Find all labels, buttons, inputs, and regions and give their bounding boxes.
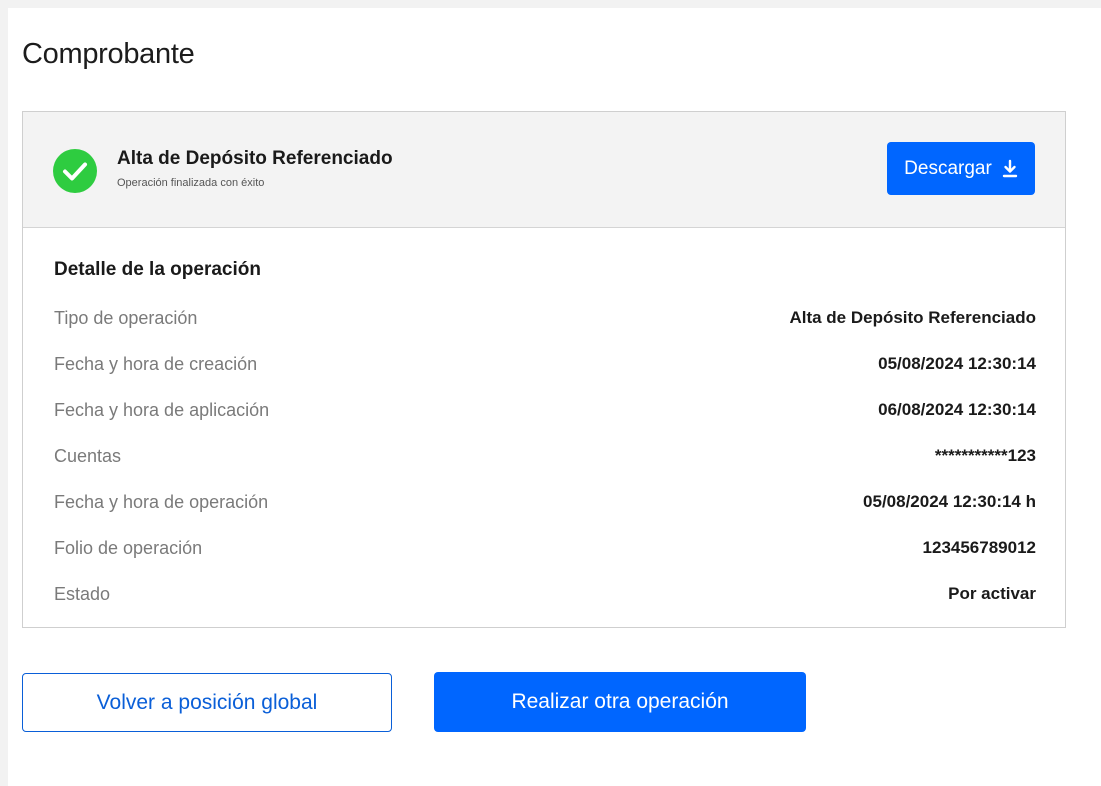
detail-label: Folio de operación xyxy=(54,537,203,558)
new-operation-button[interactable]: Realizar otra operación xyxy=(434,672,806,732)
detail-row-operation-type: Tipo de operación Alta de Depósito Refer… xyxy=(54,295,1036,341)
download-icon xyxy=(1002,159,1018,177)
detail-row-application-date: Fecha y hora de aplicación 06/08/2024 12… xyxy=(54,387,1036,433)
detail-value: ***********123 xyxy=(934,446,1036,465)
details-title: Detalle de la operación xyxy=(54,259,261,280)
page-title: Comprobante xyxy=(22,38,195,70)
detail-value: Alta de Depósito Referenciado xyxy=(789,308,1036,327)
detail-label: Fecha y hora de creación xyxy=(54,353,258,374)
operation-status-text: Operación finalizada con éxito xyxy=(117,177,265,189)
detail-value: 123456789012 xyxy=(922,538,1036,557)
detail-label: Estado xyxy=(54,583,111,604)
operation-title: Alta de Depósito Referenciado xyxy=(117,148,393,169)
detail-value: 05/08/2024 12:30:14 h xyxy=(863,492,1036,511)
detail-row-creation-date: Fecha y hora de creación 05/08/2024 12:3… xyxy=(54,341,1036,387)
check-circle-icon xyxy=(53,149,97,193)
download-button-label: Descargar xyxy=(904,157,992,179)
detail-label: Tipo de operación xyxy=(54,307,198,328)
details-list: Tipo de operación Alta de Depósito Refer… xyxy=(54,295,1036,617)
detail-label: Cuentas xyxy=(54,445,122,466)
detail-value: 05/08/2024 12:30:14 xyxy=(878,354,1036,373)
detail-row-status: Estado Por activar xyxy=(54,571,1036,617)
detail-value: 06/08/2024 12:30:14 xyxy=(878,400,1036,419)
detail-value: Por activar xyxy=(948,584,1036,603)
detail-row-operation-date: Fecha y hora de operación 05/08/2024 12:… xyxy=(54,479,1036,525)
detail-row-accounts: Cuentas ***********123 xyxy=(54,433,1036,479)
detail-row-folio: Folio de operación 123456789012 xyxy=(54,525,1036,571)
receipt-card: Alta de Depósito Referenciado Operación … xyxy=(22,111,1066,628)
detail-label: Fecha y hora de aplicación xyxy=(54,399,270,420)
back-to-global-position-button[interactable]: Volver a posición global xyxy=(22,673,392,732)
receipt-header: Alta de Depósito Referenciado Operación … xyxy=(23,112,1065,228)
receipt-page: Comprobante Alta de Depósito Referenciad… xyxy=(8,8,1101,786)
download-button[interactable]: Descargar xyxy=(887,142,1035,195)
detail-label: Fecha y hora de operación xyxy=(54,491,269,512)
